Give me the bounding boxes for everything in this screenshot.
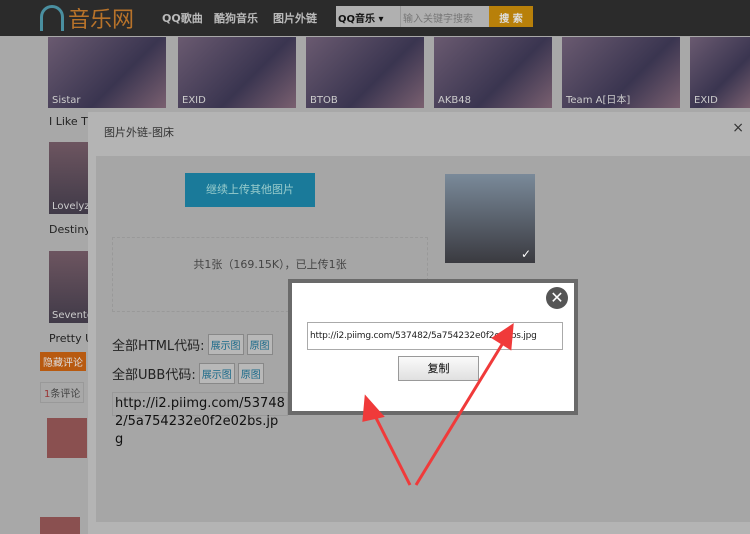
arrow-head	[491, 323, 514, 351]
annotation-arrows	[362, 323, 514, 486]
arrow-head	[362, 394, 385, 422]
arrow-right	[414, 337, 508, 486]
arrow-left	[370, 409, 412, 486]
